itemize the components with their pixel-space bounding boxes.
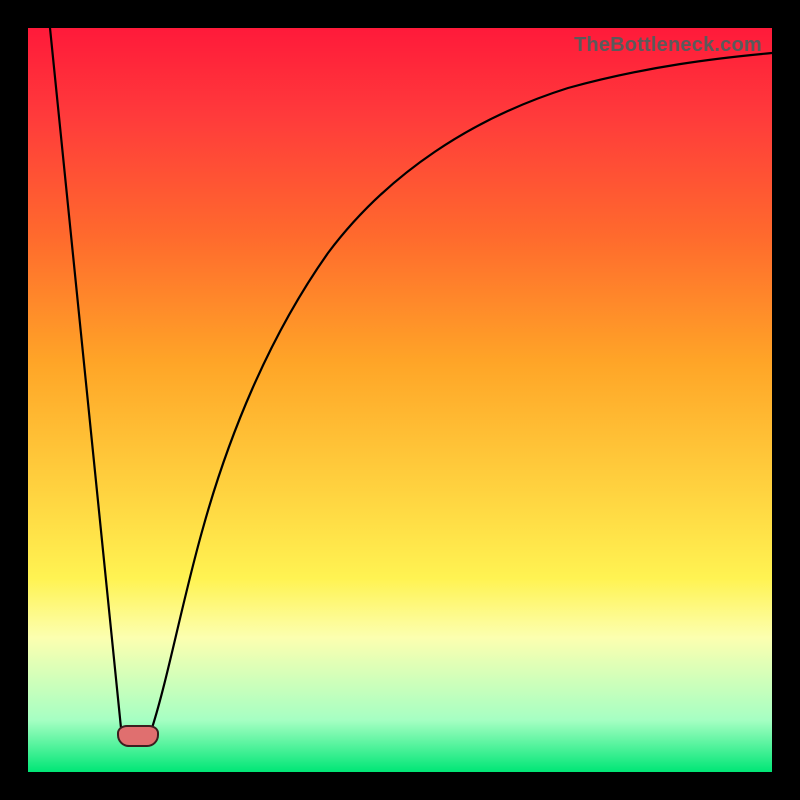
optimal-point-marker (117, 725, 159, 747)
chart-frame: TheBottleneck.com (0, 0, 800, 800)
curve-layer (28, 28, 772, 772)
plot-area: TheBottleneck.com (28, 28, 772, 772)
curve-right (152, 53, 772, 728)
curve-left (50, 28, 121, 728)
